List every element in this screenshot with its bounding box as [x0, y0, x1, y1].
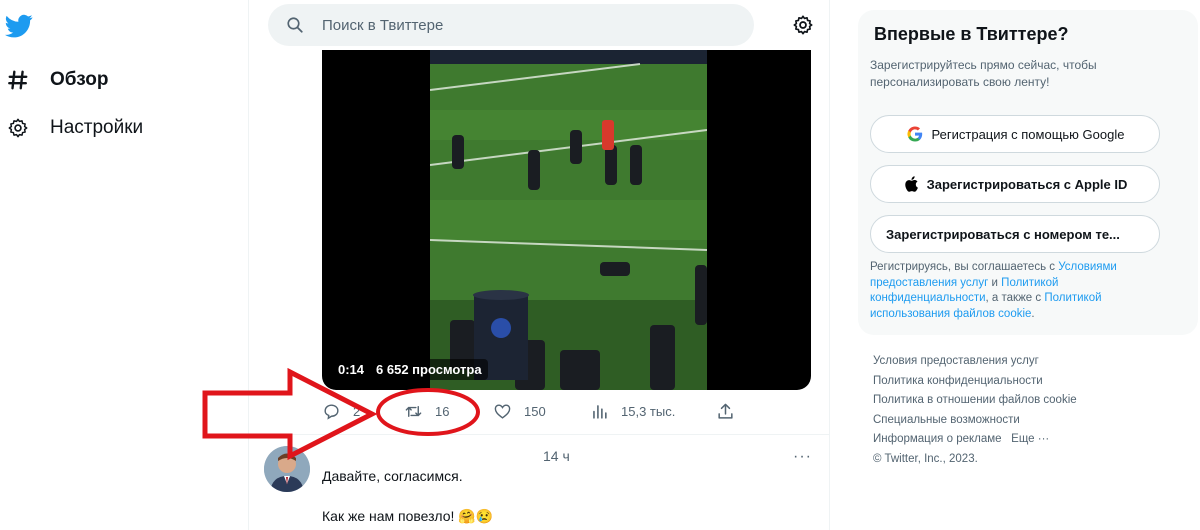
signup-title: Впервые в Твиттере? [874, 24, 1069, 44]
analytics-icon [593, 405, 607, 419]
signup-subtitle: Зарегистрируйтесь прямо сейчас, чтобы пе… [870, 58, 1097, 89]
like-button[interactable]: 150 [493, 402, 546, 421]
column-divider [248, 0, 249, 530]
more-options-icon[interactable]: ··· [793, 448, 812, 466]
footer-links: Условия предоставления услуг Политика ко… [873, 352, 1193, 469]
legal-text: и [988, 276, 1002, 289]
video-view-count: 6 652 просмотра [376, 362, 482, 377]
search-placeholder: Поиск в Твиттере [322, 16, 444, 34]
hashtag-icon [6, 68, 30, 92]
avatar[interactable] [264, 446, 310, 492]
share-button[interactable] [716, 402, 735, 421]
google-icon [906, 125, 924, 143]
search-input[interactable]: Поиск в Твиттере [268, 4, 754, 46]
tweet-separator [249, 434, 829, 435]
signup-card: Впервые в Твиттере? Зарегистрируйтесь пр… [858, 10, 1198, 335]
apple-signup-button[interactable]: Зарегистрироваться с Apple ID [870, 165, 1160, 203]
share-icon [718, 403, 733, 419]
google-signup-button[interactable]: Регистрация с помощью Google [870, 115, 1160, 153]
footer-link-cookies[interactable]: Политика в отношении файлов cookie [873, 391, 1193, 411]
like-count: 150 [524, 404, 546, 419]
footer-link-terms[interactable]: Условия предоставления услуг [873, 352, 1193, 372]
left-nav: Обзор Настройки [0, 0, 248, 530]
retweet-button[interactable]: 16 [404, 402, 449, 421]
legal-text: . [1031, 307, 1035, 320]
tweet-text: Как же нам повезло! 🤗😢 [322, 508, 494, 524]
apple-signup-label: Зарегистрироваться с Apple ID [926, 176, 1128, 192]
nav-item-settings[interactable]: Настройки [6, 113, 143, 143]
retweet-icon [405, 406, 422, 417]
footer-row: Информация о рекламе Еще ··· [873, 430, 1193, 450]
tweet-text: Давайте, согласимся. [322, 468, 463, 484]
retweet-count: 16 [435, 404, 450, 419]
settings-gear-icon[interactable] [792, 14, 814, 36]
nav-label: Настройки [50, 117, 144, 138]
video-info-badge: 0:14 6 652 просмотра [332, 359, 488, 380]
signup-legal-text: Регистрируясь, вы соглашаетесь с Условия… [870, 260, 1170, 322]
twitter-logo-icon[interactable] [5, 12, 33, 40]
search-icon [287, 17, 303, 33]
gear-icon [6, 116, 30, 140]
reply-icon [324, 404, 339, 420]
footer-link-privacy[interactable]: Политика конфиденциальности [873, 372, 1193, 392]
video-frame-football-pitch [430, 50, 707, 390]
video-player[interactable]: 0:14 6 652 просмотра [322, 50, 811, 390]
footer-more-link[interactable]: Еще ··· [1011, 433, 1049, 445]
google-signup-label: Регистрация с помощью Google [931, 126, 1125, 142]
phone-signup-button[interactable]: Зарегистрироваться с номером те... [870, 215, 1160, 253]
tweet-timestamp: 14 ч [543, 448, 570, 464]
heart-icon [494, 404, 511, 419]
column-divider [829, 0, 830, 530]
phone-signup-label: Зарегистрироваться с номером те... [886, 226, 1120, 242]
nav-label: Обзор [50, 69, 109, 90]
legal-text: , а также с [985, 292, 1045, 304]
legal-text: Регистрируясь, вы соглашаетесь с [870, 261, 1059, 273]
apple-icon [903, 175, 919, 193]
footer-link-ads[interactable]: Информация о рекламе [873, 433, 1002, 445]
footer-copyright: © Twitter, Inc., 2023. [873, 452, 978, 465]
views-button[interactable]: 15,3 тыс. [590, 402, 675, 421]
reply-button[interactable]: 2 [322, 402, 360, 421]
footer-link-accessibility[interactable]: Специальные возможности [873, 411, 1193, 431]
nav-item-explore[interactable]: Обзор [6, 65, 108, 95]
views-count: 15,3 тыс. [621, 404, 676, 419]
video-duration: 0:14 [338, 362, 365, 377]
reply-count: 2 [353, 404, 361, 419]
